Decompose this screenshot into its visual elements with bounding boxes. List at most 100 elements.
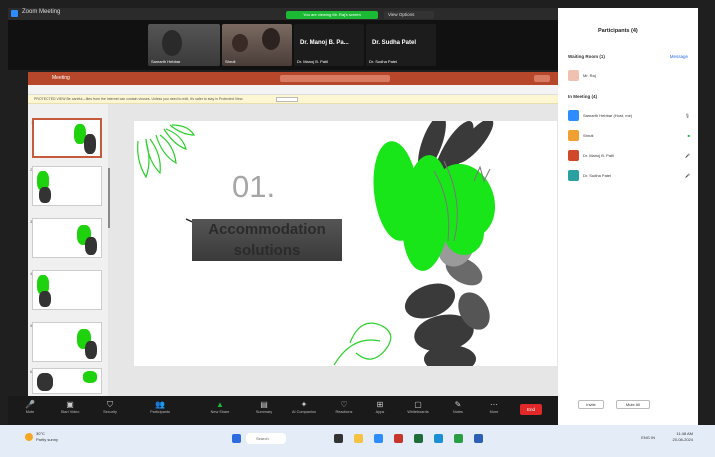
- screen: Zoom Meeting You are viewing Mr. Raj's s…: [0, 0, 715, 457]
- waiting-room-label: Waiting Room (1): [568, 54, 605, 59]
- weather-widget[interactable]: 30°C Partly sunny: [36, 431, 58, 443]
- task-view-icon[interactable]: [334, 434, 343, 443]
- thumb-dark-shape: [84, 134, 96, 154]
- invite-button[interactable]: Invite: [578, 400, 604, 409]
- summary-button[interactable]: ▤ Summary: [246, 400, 282, 414]
- participant-row[interactable]: Dr. Manoj B. Patil 🎤: [568, 150, 692, 162]
- enable-editing-button[interactable]: [276, 97, 298, 102]
- window-title: Zoom Meeting: [22, 9, 61, 15]
- apps-button[interactable]: ⊞ Apps: [362, 400, 398, 414]
- screen-share-icon: ■: [687, 133, 690, 138]
- slide-thumbnail[interactable]: 4: [30, 270, 102, 310]
- more-icon: ⋯: [490, 400, 498, 409]
- participant-name: Dr. Manoj B. Patil: [583, 153, 614, 158]
- mute-button[interactable]: 🎤 Mute: [12, 400, 48, 414]
- zoom-taskbar-icon[interactable]: [374, 434, 383, 443]
- toolbar-label: Notes: [453, 410, 463, 414]
- avatar: [568, 130, 579, 141]
- avatar: [568, 170, 579, 181]
- waiting-participant-row[interactable]: Mr. Raj: [568, 70, 692, 82]
- participant-name: Shruti: [583, 133, 594, 138]
- ai-companion-button[interactable]: ✦ AI Companion: [286, 400, 322, 414]
- powerpoint-body: 1 2 3 4 5 6 01. Accommodation solutions: [28, 104, 558, 396]
- zoom-title-bar: Zoom Meeting: [8, 8, 558, 20]
- search-box[interactable]: [280, 75, 390, 82]
- participant-row[interactable]: Shruti ■: [568, 130, 692, 142]
- present-button[interactable]: [534, 75, 550, 82]
- view-options-button[interactable]: View Options: [384, 11, 434, 19]
- edge-taskbar-icon[interactable]: [434, 434, 443, 443]
- toolbar-label: Security: [103, 410, 117, 414]
- viewing-screen-pill: You are viewing Mr. Raj's screen: [286, 11, 378, 19]
- zoom-app-icon: [11, 10, 18, 17]
- protected-view-bar: PROTECTED VIEW Be careful—files from the…: [28, 95, 558, 104]
- participant-row[interactable]: Samarth Hebbar (Host, me) 🎙: [568, 110, 692, 122]
- windows-taskbar: 30°C Partly sunny Search ENG IN 11:48 AM…: [0, 425, 715, 457]
- avatar: [568, 110, 579, 121]
- thumb-dark-shape: [85, 341, 97, 359]
- mic-icon: 🎤: [25, 400, 35, 409]
- thumb-number: 5: [30, 323, 33, 328]
- muted-mic-icon: 🎤: [685, 153, 690, 158]
- slide-thumbnail[interactable]: 5: [30, 322, 102, 362]
- video-tile[interactable]: Shruti: [222, 24, 292, 66]
- mute-all-button[interactable]: Mute All: [616, 400, 650, 409]
- clock-date: 20-08-2024: [672, 437, 693, 442]
- notes-button[interactable]: ✎ Notes: [440, 400, 476, 414]
- participant-name: Samarth Hebbar (Host, me): [583, 113, 633, 118]
- taskbar-clock[interactable]: 11:48 AM 20-08-2024: [673, 431, 693, 443]
- toolbar-label: AI Companion: [291, 410, 317, 414]
- start-icon[interactable]: [232, 434, 241, 443]
- powerpoint-taskbar-icon[interactable]: [394, 434, 403, 443]
- toolbar-label: Apps: [375, 410, 385, 414]
- file-explorer-icon[interactable]: [354, 434, 363, 443]
- video-name-large: Dr. Sudha Patel: [372, 40, 417, 46]
- excel-taskbar-icon[interactable]: [414, 434, 423, 443]
- new-share-button[interactable]: ▲ New Share: [202, 400, 238, 414]
- muted-mic-icon: 🎤: [685, 173, 690, 178]
- slide-thumbnail[interactable]: 1: [31, 118, 102, 158]
- slide-thumbnail[interactable]: 6: [30, 368, 102, 394]
- toolbar-label: Whiteboards: [407, 410, 429, 414]
- slide-thumbnail[interactable]: 3: [30, 218, 102, 258]
- chrome-taskbar-icon[interactable]: [454, 434, 463, 443]
- slide-number-text: 01.: [232, 169, 276, 204]
- tray-language[interactable]: ENG IN: [641, 435, 655, 440]
- end-button[interactable]: End: [520, 404, 542, 415]
- thumb-dark-shape: [39, 291, 51, 307]
- security-button[interactable]: ⛉ Security: [92, 400, 128, 414]
- video-name: Dr. Sudha Patel: [369, 59, 398, 64]
- video-tile[interactable]: Samarth Hebbar: [148, 24, 220, 66]
- toolbar-label: More: [489, 410, 499, 414]
- toolbar-label: Participants: [150, 410, 170, 414]
- participants-button[interactable]: 👥 Participants: [142, 400, 178, 414]
- panel-header: Participants (4): [598, 28, 638, 34]
- slide-thumbnail[interactable]: 2: [30, 166, 102, 206]
- thumbnail-scrollbar[interactable]: [108, 168, 110, 228]
- people-icon: 👥: [155, 400, 165, 409]
- apps-icon: ⊞: [376, 400, 384, 409]
- participant-row[interactable]: Dr. Sudha Patel 🎤: [568, 170, 692, 182]
- taskbar-search[interactable]: Search: [246, 433, 286, 444]
- window-edge: [698, 0, 715, 425]
- word-taskbar-icon[interactable]: [474, 434, 483, 443]
- video-name-large: Dr. Manoj B. Pa...: [300, 40, 349, 46]
- participant-name: Mr. Raj: [583, 73, 596, 78]
- more-button[interactable]: ⋯ More: [476, 400, 512, 414]
- weather-icon: [25, 433, 33, 441]
- green-swirl-outline: [349, 322, 392, 360]
- reactions-button[interactable]: ♡ Reactions: [326, 400, 362, 414]
- slide-thumbnails: 1 2 3 4 5 6: [28, 104, 108, 396]
- slide-title-line: Accommodation: [208, 221, 326, 238]
- thumb-dark-shape: [85, 237, 97, 255]
- video-tile[interactable]: Dr. Manoj B. Pa... Dr. Manoj B. Patil: [294, 24, 364, 66]
- message-link[interactable]: Message: [670, 54, 688, 59]
- powerpoint-title-bar: Meeting: [28, 72, 558, 85]
- whiteboard-icon: ▢: [414, 400, 422, 409]
- video-tile[interactable]: Dr. Sudha Patel Dr. Sudha Patel: [366, 24, 436, 66]
- participant-name: Dr. Sudha Patel: [583, 173, 612, 178]
- start-video-button[interactable]: ▣ Start Video: [52, 400, 88, 414]
- whiteboards-button[interactable]: ▢ Whiteboards: [400, 400, 436, 414]
- heart-icon: ♡: [340, 400, 348, 409]
- current-slide: 01. Accommodation solutions: [134, 121, 557, 366]
